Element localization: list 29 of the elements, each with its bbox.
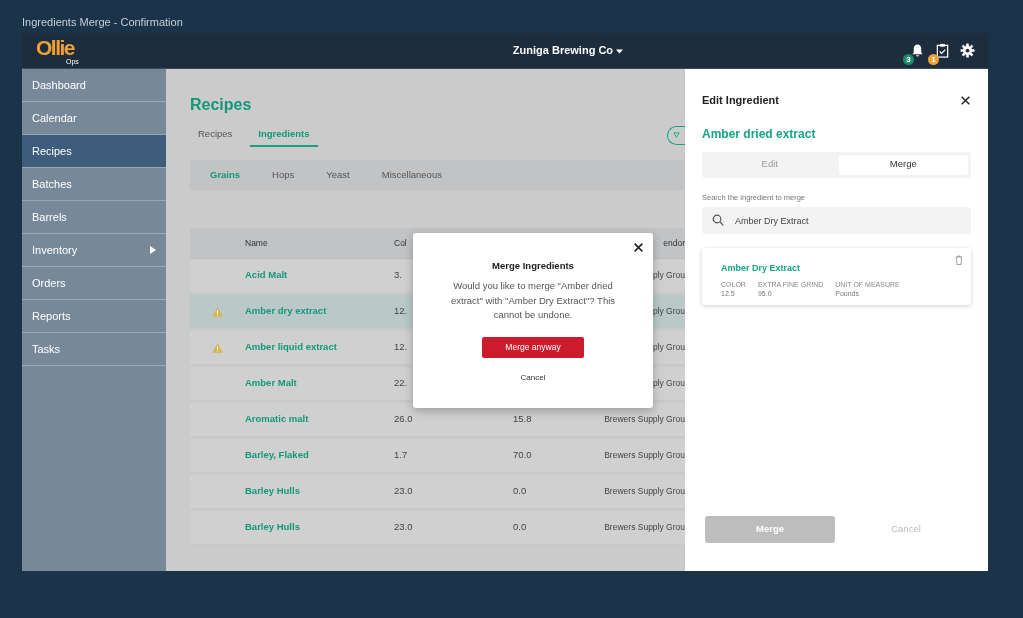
table-cell: 0.0: [513, 521, 527, 533]
panel-title: Edit Ingredient: [702, 93, 779, 108]
table-cell: 0.0: [513, 485, 527, 497]
table-cell: 23.0: [394, 521, 413, 533]
table-cell: ply Grou: [652, 270, 685, 281]
table-cell: Brewers Supply Grou: [604, 414, 685, 425]
table-cell: Brewers Supply Grou: [604, 450, 685, 461]
table-cell: 26.0: [394, 413, 413, 425]
table-cell: ply Grou: [652, 378, 685, 389]
table-cell: 23.0: [394, 485, 413, 497]
ingredient-name: Amber dried extract: [702, 125, 817, 143]
result-name: Amber Dry Extract: [721, 261, 801, 275]
table-cell: 22.: [394, 377, 408, 389]
table-cell: 12.: [394, 305, 408, 317]
table-cell: 15.8: [513, 413, 532, 425]
dialog-message: Would you like to merge "Amber dried extract" with "Amber Dry Extract"? This cannot be undone.: [449, 279, 617, 323]
page-heading: Recipes: [190, 95, 253, 115]
table-cell: 70.0: [513, 449, 532, 461]
table-cell: Brewers Supply Grou: [604, 486, 685, 497]
table-cell: 12.: [394, 341, 408, 353]
table-cell: Brewers Supply Grou: [604, 522, 685, 533]
table-cell: 1.7: [394, 449, 408, 461]
dialog-title: Merge Ingredients: [492, 259, 574, 273]
task-count: 1: [928, 54, 939, 65]
table-cell: ply Grou: [652, 306, 685, 317]
page-title: Ingredients Merge - Confirmation: [21, 15, 184, 30]
table-cell: 3.: [394, 269, 402, 281]
notification-count: 3: [903, 54, 914, 65]
table-cell: ply Grou: [652, 342, 685, 353]
